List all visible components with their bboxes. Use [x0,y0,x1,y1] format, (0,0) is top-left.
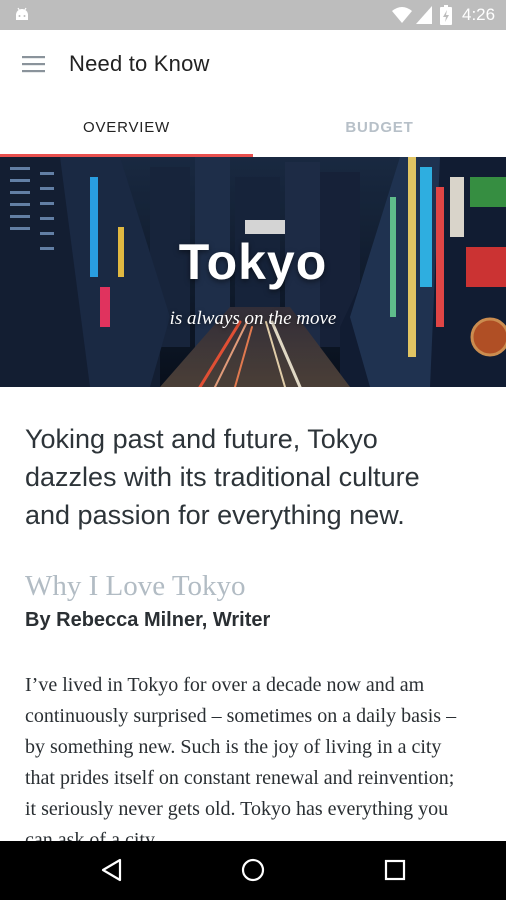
tab-overview[interactable]: OVERVIEW [0,98,253,157]
hero-city-name: Tokyo [178,234,328,290]
home-button[interactable] [203,841,303,900]
tab-budget[interactable]: BUDGET [253,98,506,157]
android-icon [16,7,28,20]
system-navigation-bar [0,841,506,900]
cellular-signal-icon [416,6,432,24]
battery-charging-icon [440,5,452,25]
hero-tagline: is always on the move [169,308,337,329]
section-title: Why I Love Tokyo [25,570,246,602]
back-icon [101,858,122,882]
tab-bar: OVERVIEW BUDGET [0,98,506,157]
status-bar: 4:26 [0,0,506,30]
page-title: Need to Know [69,51,210,76]
author-byline: By Rebecca Milner, Writer [25,609,271,631]
wifi-icon [392,7,412,23]
home-icon [241,858,265,882]
menu-button[interactable] [14,44,54,84]
status-time: 4:26 [462,5,496,24]
recents-icon [384,859,406,881]
hamburger-menu-icon [22,56,45,73]
body-paragraph: I’ve lived in Tokyo for over a decade no… [25,674,457,851]
lede-paragraph: Yoking past and future, Tokyo dazzles wi… [25,424,420,530]
app-bar: Need to Know [0,30,506,98]
recents-button[interactable] [345,841,445,900]
back-button[interactable] [62,841,162,900]
